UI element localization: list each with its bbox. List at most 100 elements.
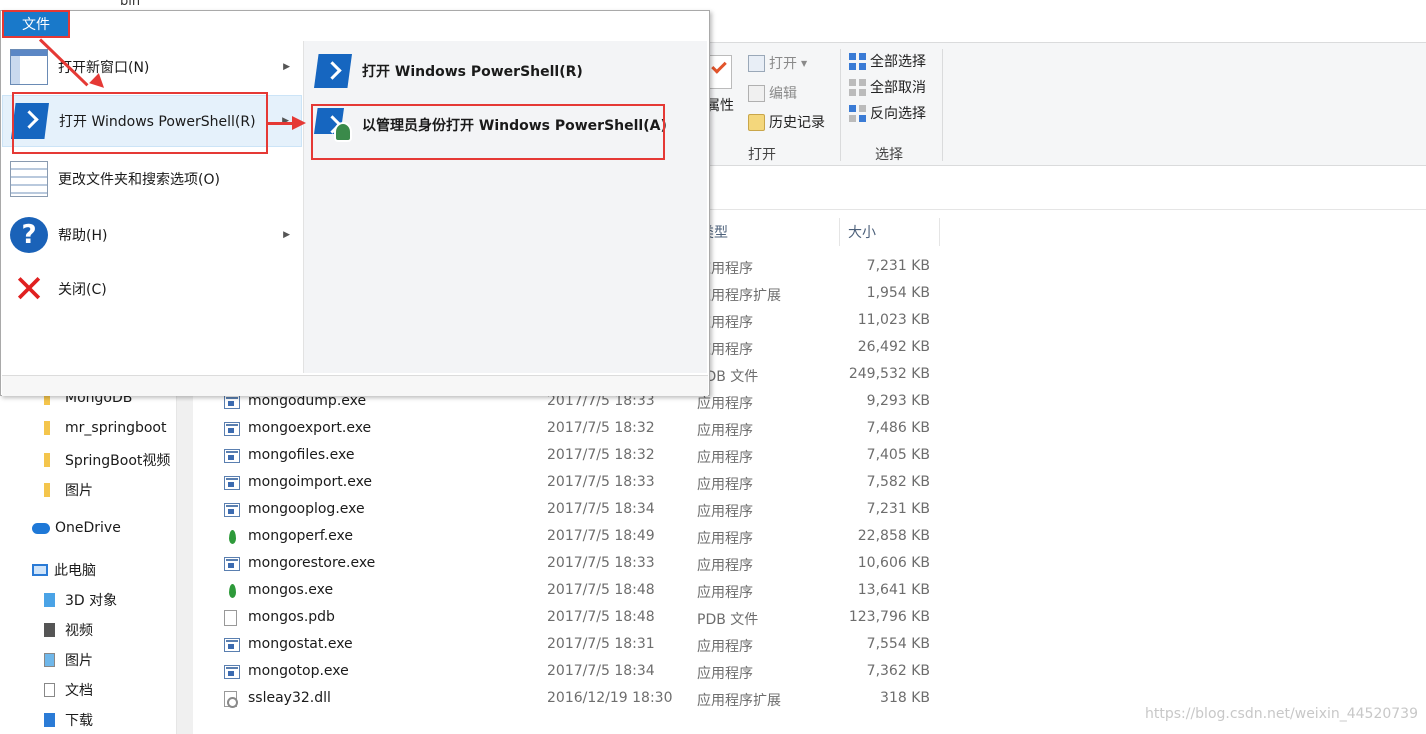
edit-icon — [748, 84, 765, 102]
powershell-icon — [314, 54, 352, 88]
edit-button[interactable]: 编辑 — [748, 83, 797, 103]
exe-icon — [224, 476, 240, 490]
file-size: 7,554 KB — [866, 636, 930, 652]
file-size: 7,362 KB — [866, 663, 930, 679]
annotation-highlight-box — [311, 104, 665, 160]
file-date: 2016/12/19 18:30 — [547, 690, 673, 706]
folder-icon — [44, 453, 50, 467]
nav-item-springboot-video[interactable]: SpringBoot视频 — [44, 450, 176, 470]
file-size: 10,606 KB — [857, 555, 930, 571]
nav-item-onedrive[interactable]: OneDrive — [32, 520, 121, 536]
file-size: 7,405 KB — [866, 447, 930, 463]
submenu-item-open-powershell[interactable]: 打开 Windows PowerShell(R) — [310, 47, 706, 95]
invert-selection-icon — [849, 104, 866, 122]
exe-icon — [224, 638, 240, 652]
menu-item-folder-options[interactable]: 更改文件夹和搜索选项(O) — [2, 153, 302, 205]
open-button[interactable]: 打开 ▼ — [748, 53, 807, 73]
file-name: mongoexport.exe — [248, 420, 372, 436]
file-type: 应用程序 — [697, 396, 753, 412]
close-icon: ✕ — [13, 267, 45, 311]
file-row[interactable]: mongofiles.exe 2017/7/5 18:32 应用程序 7,405… — [220, 443, 940, 470]
file-row[interactable]: mongostat.exe 2017/7/5 18:31 应用程序 7,554 … — [220, 632, 940, 659]
address-bar[interactable] — [700, 174, 1426, 210]
invert-selection-button[interactable]: 反向选择 — [849, 103, 926, 123]
file-name: mongorestore.exe — [248, 555, 376, 571]
file-row[interactable]: mongos.pdb 2017/7/5 18:48 PDB 文件 123,796… — [220, 605, 940, 632]
history-icon — [748, 113, 765, 131]
file-name: mongoperf.exe — [248, 528, 353, 544]
file-name: mongofiles.exe — [248, 447, 355, 463]
file-row[interactable]: mongooplog.exe 2017/7/5 18:34 应用程序 7,231… — [220, 497, 940, 524]
file-date: 2017/7/5 18:32 — [547, 420, 655, 436]
file-row[interactable]: 应用程序 26,492 KB — [697, 335, 940, 362]
exe-icon — [224, 665, 240, 679]
annotation-arrow-head — [292, 116, 306, 130]
file-row[interactable]: mongoexport.exe 2017/7/5 18:32 应用程序 7,48… — [220, 416, 940, 443]
nav-item-pictures-pc[interactable]: 图片 — [44, 650, 93, 670]
file-size: 7,486 KB — [866, 420, 930, 436]
file-row[interactable]: 应用程序扩展 1,954 KB — [697, 281, 940, 308]
exe-icon — [224, 395, 240, 409]
cube-icon — [44, 593, 55, 607]
file-type: 应用程序 — [697, 477, 753, 493]
file-type: 应用程序 — [697, 639, 753, 655]
nav-item-mr-springboot[interactable]: mr_springboot — [44, 420, 167, 436]
file-row[interactable]: PDB 文件 249,532 KB — [697, 362, 940, 389]
mongo-leaf-icon — [224, 584, 240, 598]
file-type: 应用程序 — [697, 423, 753, 439]
select-none-button[interactable]: 全部取消 — [849, 77, 926, 97]
title-bar: bin — [0, 0, 1426, 10]
file-date: 2017/7/5 18:33 — [547, 555, 655, 571]
column-header-type[interactable]: 类型 — [700, 218, 840, 246]
menu-item-close[interactable]: ✕ 关闭(C) — [2, 263, 302, 315]
file-row[interactable]: 应用程序 11,023 KB — [697, 308, 940, 335]
nav-item-documents[interactable]: 文档 — [44, 680, 93, 700]
file-size: 1,954 KB — [866, 285, 930, 301]
file-date: 2017/7/5 18:34 — [547, 663, 655, 679]
file-size: 7,582 KB — [866, 474, 930, 490]
file-date: 2017/7/5 18:32 — [547, 447, 655, 463]
file-row[interactable]: ssleay32.dll 2016/12/19 18:30 应用程序扩展 318… — [220, 686, 940, 713]
file-row[interactable]: mongotop.exe 2017/7/5 18:34 应用程序 7,362 K… — [220, 659, 940, 686]
file-date: 2017/7/5 18:33 — [547, 474, 655, 490]
file-row[interactable]: mongorestore.exe 2017/7/5 18:33 应用程序 10,… — [220, 551, 940, 578]
nav-item-3d-objects[interactable]: 3D 对象 — [44, 590, 117, 610]
file-type: 应用程序 — [697, 531, 753, 547]
window-icon — [10, 49, 48, 85]
nav-item-this-pc[interactable]: 此电脑 — [32, 560, 96, 580]
file-size: 26,492 KB — [857, 339, 930, 355]
nav-item-downloads[interactable]: 下载 — [44, 710, 93, 730]
history-button[interactable]: 历史记录 — [748, 112, 825, 132]
file-type: 应用程序 — [697, 504, 753, 520]
file-menu-items: 打开新窗口(N) ▶ 打开 Windows PowerShell(R) ▶ 更改… — [2, 39, 302, 375]
nav-item-pictures[interactable]: 图片 — [44, 480, 93, 500]
file-size: 318 KB — [880, 690, 930, 706]
select-all-icon — [849, 52, 866, 70]
file-size: 11,023 KB — [857, 312, 930, 328]
file-size: 13,641 KB — [857, 582, 930, 598]
folder-icon — [44, 421, 50, 435]
file-row[interactable]: mongoimport.exe 2017/7/5 18:33 应用程序 7,58… — [220, 470, 940, 497]
cloud-icon — [32, 522, 50, 534]
file-date: 2017/7/5 18:49 — [547, 528, 655, 544]
file-tab[interactable]: 文件 — [2, 10, 70, 38]
select-group-label: 选择 — [875, 147, 903, 163]
file-row[interactable]: 应用程序 7,231 KB — [697, 254, 940, 281]
powershell-submenu: 打开 Windows PowerShell(R) 以管理员身份打开 Window… — [303, 41, 707, 373]
breadcrumb[interactable]: bin — [120, 0, 140, 9]
mongo-leaf-icon — [224, 530, 240, 544]
column-header-size[interactable]: 大小 — [840, 218, 940, 246]
file-row[interactable]: mongoperf.exe 2017/7/5 18:49 应用程序 22,858… — [220, 524, 940, 551]
file-type: 应用程序 — [697, 558, 753, 574]
document-icon — [224, 610, 237, 626]
exe-icon — [224, 422, 240, 436]
chevron-right-icon: ▶ — [283, 62, 290, 72]
folder-icon — [44, 483, 50, 497]
annotation-arrow — [268, 122, 294, 125]
file-menu: 打开新窗口(N) ▶ 打开 Windows PowerShell(R) ▶ 更改… — [0, 10, 710, 396]
file-size: 123,796 KB — [848, 609, 930, 625]
menu-item-help[interactable]: ? 帮助(H) ▶ — [2, 209, 302, 261]
nav-item-videos[interactable]: 视频 — [44, 620, 93, 640]
file-row[interactable]: mongos.exe 2017/7/5 18:48 应用程序 13,641 KB — [220, 578, 940, 605]
select-all-button[interactable]: 全部选择 — [849, 51, 926, 71]
